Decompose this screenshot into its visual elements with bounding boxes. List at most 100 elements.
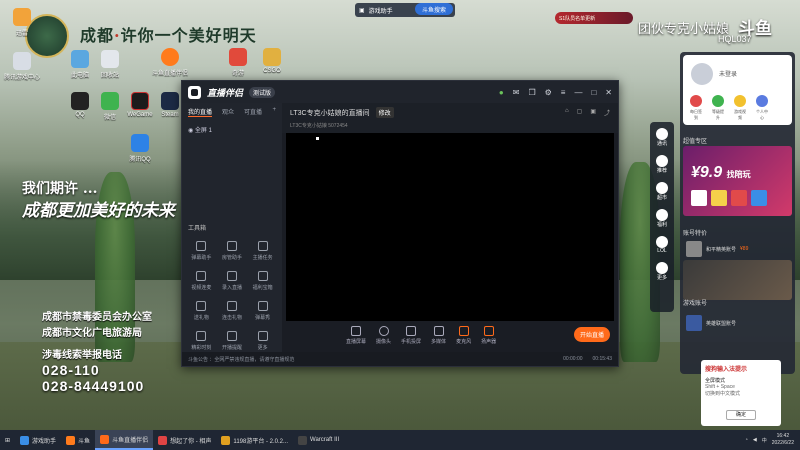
taskbar-item[interactable]: Warcraft III — [293, 430, 344, 450]
desktop-icon[interactable]: QQ — [60, 92, 100, 118]
taskbar-item[interactable]: 想起了你 - 相声 — [153, 430, 216, 450]
share-icon[interactable]: ⤴ — [604, 108, 610, 117]
desktop-icon[interactable]: 腾讯QQ — [120, 134, 160, 163]
tool-item[interactable]: 弹幕助手 — [186, 241, 217, 261]
tool-item[interactable]: 视频连麦 — [186, 271, 217, 291]
quick-item[interactable]: 每日签到 — [689, 95, 703, 121]
section-title: 超值专区 — [683, 139, 708, 145]
taskbar-item[interactable]: 1198游平台 - 2.0.2... — [216, 430, 293, 450]
app-icon — [131, 134, 149, 152]
app-icon — [71, 50, 89, 68]
quick-item[interactable]: 等级提升 — [711, 95, 725, 121]
dock-item[interactable]: 福利 — [656, 209, 668, 228]
dock-item[interactable]: LOL — [656, 236, 668, 254]
tool-item[interactable]: 更多 — [247, 331, 278, 351]
edit-room-button[interactable]: 修改 — [375, 107, 394, 118]
tab-audience[interactable]: 观众 — [222, 107, 234, 117]
desktop-icon[interactable]: CSGO — [252, 48, 292, 74]
tool-item[interactable]: 房管助手 — [217, 241, 248, 261]
mic-toggle[interactable]: 麦克风 — [456, 325, 471, 345]
live-companion-window: 直播伴侣 测试版 ● ✉ ❒ ⚙ ≡ — □ ✕ 我的直播 观众 可直播 + ◉… — [181, 80, 619, 367]
settings-icon[interactable]: ⚙ — [545, 88, 552, 97]
ime-notification: 搜狗输入法提示 全屏模式 Shift + Space 切换到中文模式 确定 — [701, 360, 781, 426]
dock-item[interactable]: 推荐 — [656, 155, 668, 174]
tool-item[interactable]: 福利宝箱 — [247, 271, 278, 291]
list-item[interactable]: 英雄联盟账号 — [686, 314, 791, 332]
desktop-icon[interactable]: 回收站 — [90, 50, 130, 79]
box-icon[interactable]: ▢ — [577, 108, 583, 117]
scene-label: 全屏 1 — [194, 128, 212, 134]
game-thumb[interactable] — [691, 190, 707, 206]
lock-icon[interactable]: ⌂ — [565, 108, 569, 117]
game-thumb[interactable] — [751, 190, 767, 206]
app-icon — [101, 92, 119, 110]
tab-my-live[interactable]: 我的直播 — [188, 107, 213, 117]
wallpaper-title: 成都·许你一个美好明天 — [80, 26, 257, 45]
taskbar-item[interactable]: 游戏助手 — [15, 430, 61, 450]
tool-item[interactable]: 录入直播 — [217, 271, 248, 291]
ime-title: 搜狗输入法提示 — [705, 367, 748, 373]
close-icon[interactable]: ✕ — [605, 88, 612, 97]
app-icon — [161, 92, 179, 110]
desktop-icon[interactable]: 斗鱼直播伴侣 — [150, 48, 190, 77]
tool-item[interactable]: 连击礼物 — [217, 301, 248, 321]
promo-card[interactable]: ¥9.9 找陪玩 — [683, 146, 792, 216]
tool-item[interactable]: 弹幕秀 — [247, 301, 278, 321]
login-status[interactable]: 未登录 — [719, 69, 737, 78]
start-live-button[interactable]: 开始直播 — [573, 327, 610, 342]
ime-icon[interactable]: 中 — [762, 437, 767, 444]
dock-item[interactable]: 超市 — [656, 182, 668, 201]
source-camera[interactable]: 摄像头 — [376, 325, 391, 345]
search-button[interactable]: 斗鱼搜索 — [415, 3, 453, 15]
quick-item[interactable]: 游戏视频 — [733, 95, 747, 121]
speaker-toggle[interactable]: 扬声器 — [481, 325, 496, 345]
add-icon[interactable]: + — [272, 107, 276, 117]
desktop-icon[interactable]: 腾讯游戏中心 — [2, 52, 42, 81]
source-phone[interactable]: 手机投屏 — [401, 325, 421, 345]
ime-line: 切换到中文模式 — [705, 391, 741, 397]
tool-item[interactable]: 主播任务 — [247, 241, 278, 261]
ime-ok-button[interactable]: 确定 — [726, 410, 756, 420]
message-icon[interactable]: ✉ — [513, 88, 520, 97]
gift-box-icon[interactable]: ▣ — [590, 108, 596, 117]
network-icon[interactable]: ◔ — [745, 437, 748, 443]
tool-item[interactable]: 精彩时刻 — [186, 331, 217, 351]
taskbar-item-active[interactable]: 斗鱼直播伴侣 — [95, 430, 154, 450]
item-thumb — [686, 241, 702, 257]
avatar[interactable] — [691, 63, 713, 85]
list-item[interactable]: 和平精英账号 ¥89 — [686, 240, 791, 258]
minimize-icon[interactable]: — — [574, 88, 582, 97]
tool-item[interactable]: 送礼物 — [186, 301, 217, 321]
scene-item[interactable]: ◉ 全屏 1 — [182, 121, 282, 138]
promo-banner[interactable]: S1队员名单更新 — [555, 12, 633, 24]
android-icon[interactable]: ● — [499, 88, 504, 97]
quick-item[interactable]: 个人中心 — [755, 95, 769, 121]
source-screen[interactable]: 直播屏幕 — [346, 325, 366, 345]
lol-icon — [656, 236, 668, 248]
source-media[interactable]: 多媒体 — [431, 325, 446, 345]
maximize-icon[interactable]: □ — [591, 88, 596, 97]
taskbar-item[interactable]: 斗鱼 — [61, 430, 95, 450]
start-button[interactable]: ⊞ — [0, 430, 15, 450]
dock-item[interactable]: 通讯 — [656, 128, 668, 147]
gift-icon[interactable]: ❒ — [528, 88, 535, 97]
item-banner[interactable] — [683, 260, 792, 300]
tool-item[interactable]: 开播提醒 — [217, 331, 248, 351]
room-id: HQL037 — [718, 34, 752, 44]
tab-available[interactable]: 可直播 — [244, 107, 262, 117]
toolbox-title: 工具箱 — [188, 226, 207, 232]
clock[interactable]: 16:42 2022/6/22 — [772, 433, 794, 447]
desktop-icon[interactable]: 迅雷 — [2, 8, 42, 37]
preview-stage[interactable] — [286, 133, 614, 321]
wallpaper-report: 涉毒线索举报电话 — [42, 350, 122, 361]
phone-icon — [656, 128, 668, 140]
game-thumb[interactable] — [711, 190, 727, 206]
phone-icon — [406, 325, 417, 336]
game-thumb[interactable] — [731, 190, 747, 206]
tool-icon — [196, 271, 207, 281]
volume-icon[interactable]: ◀ — [753, 437, 757, 443]
dock-item[interactable]: 更多 — [656, 262, 668, 281]
toolbox-grid: 弹幕助手 房管助手 主播任务 视频连麦 录入直播 福利宝箱 送礼物 连击礼物 弹… — [186, 241, 278, 351]
game-center-panel: 未登录 每日签到 等级提升 游戏视频 个人中心 超值专区 ¥9.9 找陪玩 账号… — [680, 52, 795, 374]
menu-icon[interactable]: ≡ — [561, 88, 566, 97]
